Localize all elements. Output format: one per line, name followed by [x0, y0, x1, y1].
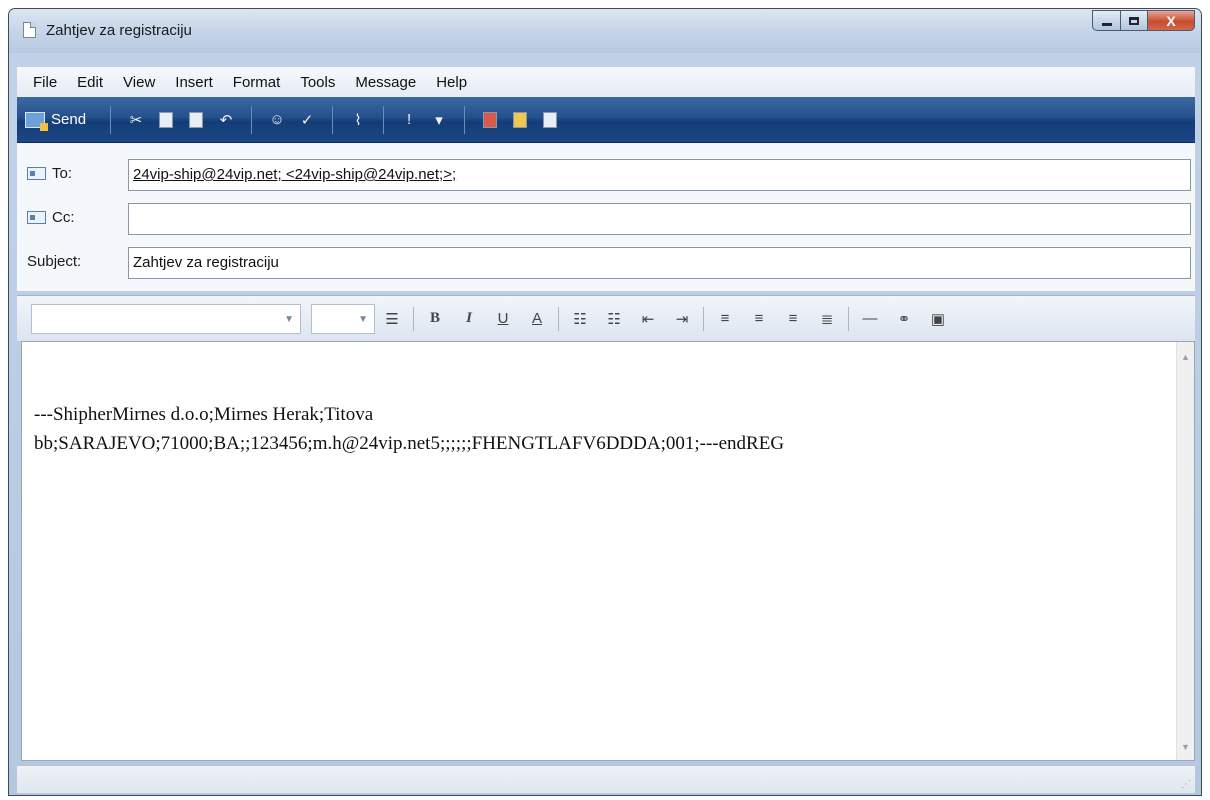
- to-field[interactable]: 24vip-ship@24vip.net; <24vip-ship@24vip.…: [128, 159, 1191, 191]
- align-left-icon[interactable]: ≡: [714, 310, 736, 327]
- insert-picture-icon[interactable]: ▣: [927, 310, 949, 328]
- format-separator: [848, 306, 849, 331]
- main-toolbar: Send ✂ ↶ ☺ ✓ ⌇ ! ▾: [17, 97, 1195, 143]
- chevron-down-icon: ▼: [358, 313, 368, 325]
- send-button[interactable]: Send: [25, 111, 87, 131]
- spelling-icon[interactable]: ✓: [296, 109, 318, 131]
- title-bar[interactable]: Zahtjev za registraciju X: [9, 9, 1201, 53]
- justify-icon[interactable]: ≣: [816, 310, 838, 328]
- body-line: ---ShipherMirnes d.o.o;Mirnes Herak;Tito…: [34, 404, 374, 425]
- attach-icon[interactable]: ⌇: [347, 109, 369, 131]
- sign-icon[interactable]: [479, 109, 501, 131]
- subject-label: Subject:: [27, 253, 82, 270]
- message-body-text: ---ShipherMirnes d.o.o;Mirnes Herak;Tito…: [34, 400, 1154, 458]
- status-bar: ⋰: [17, 765, 1195, 793]
- maximize-button[interactable]: [1121, 10, 1148, 31]
- copy-icon[interactable]: [155, 109, 177, 131]
- align-center-icon[interactable]: ≡: [748, 310, 770, 327]
- paragraph-style-icon[interactable]: ☰: [381, 310, 403, 328]
- cc-label: Cc:: [52, 209, 75, 226]
- toolbar-separator: [251, 105, 253, 134]
- body-line: bb;SARAJEVO;71000;BA;;123456;m.h@24vip.n…: [34, 433, 785, 454]
- address-card-icon: [27, 211, 46, 224]
- scroll-up-icon[interactable]: ▲: [1181, 352, 1190, 362]
- undo-icon[interactable]: ↶: [215, 109, 237, 131]
- toolbar-separator: [383, 105, 385, 134]
- format-separator: [558, 306, 559, 331]
- check-names-icon[interactable]: ☺: [266, 109, 288, 131]
- toolbar-separator: [464, 105, 466, 134]
- decrease-indent-icon[interactable]: ⇤: [637, 310, 659, 328]
- formatting-toolbar: ▼ ▼ ☰ B I U A ☷ ☷ ⇤ ⇥ ≡ ≡ ≡ ≣ — ⚭ ▣: [17, 295, 1195, 341]
- priority-icon[interactable]: !: [398, 109, 420, 131]
- toolbar-separator: [332, 105, 334, 134]
- menu-file[interactable]: File: [23, 74, 67, 91]
- menu-tools[interactable]: Tools: [290, 74, 345, 91]
- menu-insert[interactable]: Insert: [165, 74, 223, 91]
- send-icon: [25, 111, 48, 131]
- subject-row: Subject: Zahtjev za registraciju: [17, 245, 1195, 279]
- font-color-button[interactable]: A: [526, 310, 548, 327]
- bullet-list-icon[interactable]: ☷: [603, 310, 625, 328]
- document-icon: [23, 22, 36, 38]
- font-name-select[interactable]: ▼: [31, 303, 301, 334]
- cut-icon[interactable]: ✂: [125, 109, 147, 131]
- work-offline-icon[interactable]: [539, 109, 561, 131]
- font-size-select[interactable]: ▼: [311, 303, 375, 334]
- menu-edit[interactable]: Edit: [67, 74, 113, 91]
- bold-button[interactable]: B: [424, 310, 446, 327]
- format-separator: [703, 306, 704, 331]
- format-separator: [413, 306, 414, 331]
- menu-format[interactable]: Format: [223, 74, 291, 91]
- window-title: Zahtjev za registraciju: [46, 22, 192, 39]
- cc-field[interactable]: [128, 203, 1191, 235]
- priority-dropdown-icon[interactable]: ▾: [428, 109, 450, 131]
- cc-button[interactable]: Cc:: [27, 209, 75, 226]
- align-right-icon[interactable]: ≡: [782, 310, 804, 327]
- message-header-fields: To: 24vip-ship@24vip.net; <24vip-ship@24…: [17, 143, 1195, 291]
- resize-grip-icon[interactable]: ⋰: [1181, 779, 1191, 790]
- minimize-icon: [1101, 22, 1112, 26]
- vertical-scrollbar[interactable]: ▲ ▼: [1176, 342, 1194, 760]
- to-value: 24vip-ship@24vip.net; <24vip-ship@24vip.…: [133, 166, 457, 183]
- menu-view[interactable]: View: [113, 74, 165, 91]
- cc-row: Cc:: [17, 201, 1195, 235]
- subject-field[interactable]: Zahtjev za registraciju: [128, 247, 1191, 279]
- menu-help[interactable]: Help: [426, 74, 477, 91]
- scroll-down-icon[interactable]: ▼: [1181, 742, 1190, 752]
- encrypt-icon[interactable]: [509, 109, 531, 131]
- toolbar-separator: [110, 105, 112, 134]
- close-button[interactable]: X: [1148, 10, 1195, 31]
- address-card-icon: [27, 167, 46, 180]
- to-label: To:: [52, 165, 73, 182]
- horizontal-line-icon[interactable]: —: [859, 310, 881, 327]
- increase-indent-icon[interactable]: ⇥: [671, 310, 693, 328]
- paste-icon[interactable]: [185, 109, 207, 131]
- italic-button[interactable]: I: [458, 310, 480, 327]
- menu-bar: File Edit View Insert Format Tools Messa…: [17, 67, 1195, 97]
- to-button[interactable]: To:: [27, 165, 72, 182]
- message-body-editor[interactable]: ---ShipherMirnes d.o.o;Mirnes Herak;Tito…: [21, 341, 1195, 761]
- send-label: Send: [51, 111, 87, 128]
- maximize-icon: [1129, 16, 1139, 25]
- minimize-button[interactable]: [1092, 10, 1121, 31]
- to-row: To: 24vip-ship@24vip.net; <24vip-ship@24…: [17, 157, 1195, 191]
- email-compose-window: Zahtjev za registraciju X File Edit View…: [8, 8, 1202, 796]
- chevron-down-icon: ▼: [284, 313, 294, 325]
- numbered-list-icon[interactable]: ☷: [569, 310, 591, 328]
- menu-message[interactable]: Message: [345, 74, 426, 91]
- underline-button[interactable]: U: [492, 310, 514, 327]
- insert-hyperlink-icon[interactable]: ⚭: [893, 310, 915, 328]
